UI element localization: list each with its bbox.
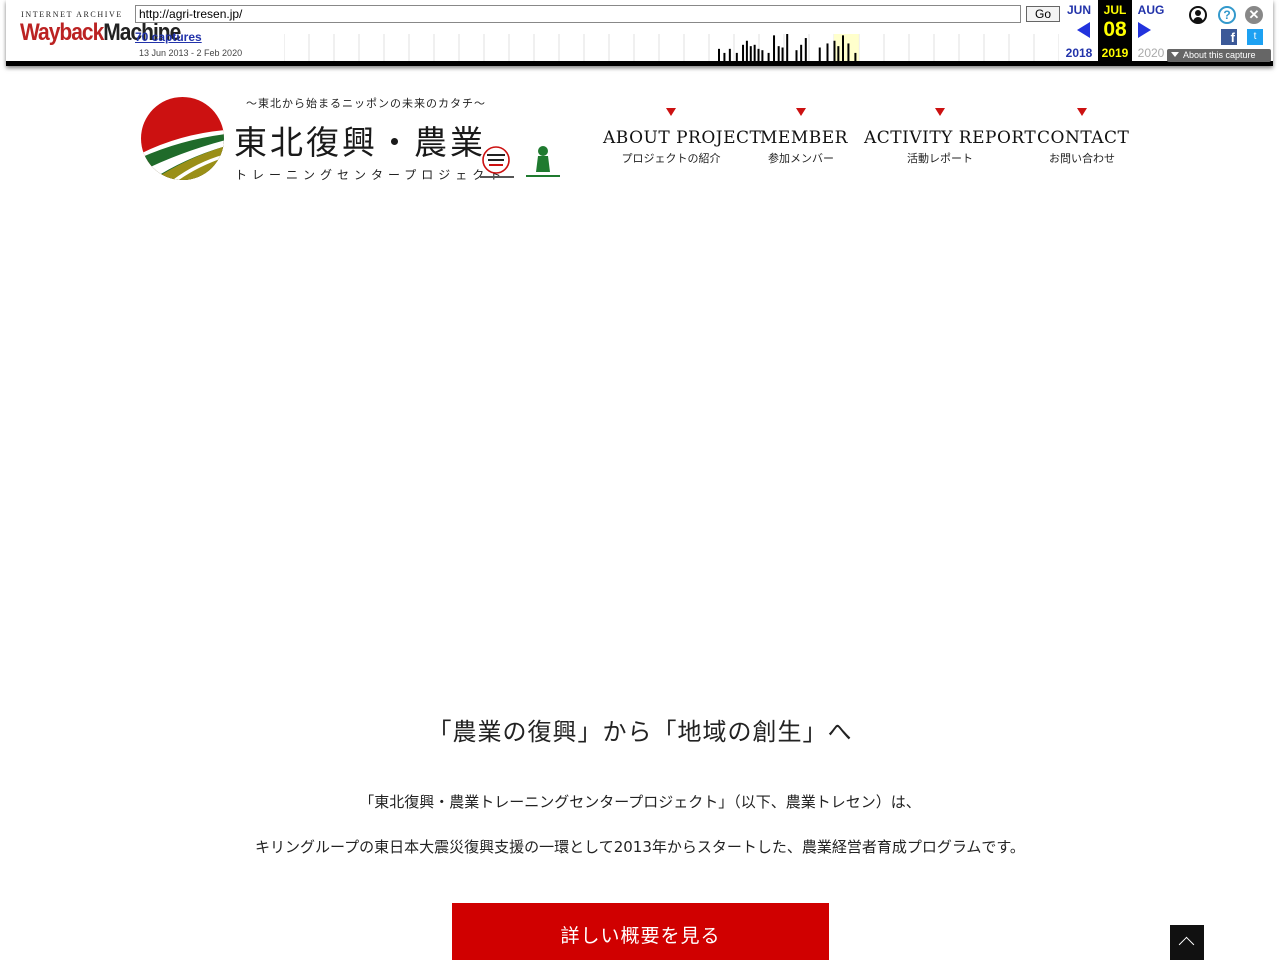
view-details-button[interactable]: 詳しい概要を見る [452, 903, 829, 960]
wayback-current-day: 08 [1103, 18, 1127, 41]
sparkline-bar [854, 52, 857, 61]
prev-capture-arrow-icon[interactable] [1077, 22, 1090, 38]
next-capture-arrow-icon[interactable] [1138, 22, 1151, 38]
sparkline-bar [837, 46, 840, 61]
nav-label-jp: プロジェクトの紹介 [621, 152, 721, 165]
sparkline-grid [284, 34, 1059, 61]
site-logo-icon[interactable] [140, 96, 225, 181]
wayback-next-month[interactable]: AUG [1135, 3, 1167, 17]
sparkline-bar [753, 44, 756, 61]
wayback-date-range: 13 Jun 2013 - 2 Feb 2020 [139, 48, 243, 58]
nav-label-en: ACTIVITY REPORT [864, 128, 1037, 148]
sparkline-bar [800, 44, 803, 61]
facebook-share-icon[interactable]: f [1221, 29, 1237, 45]
site-tagline: 〜東北から始まるニッポンの未来のカタチ〜 [246, 97, 486, 110]
sparkline-bar [777, 46, 780, 61]
twitter-share-icon[interactable]: t [1247, 29, 1263, 45]
sparkline-bar [786, 34, 789, 61]
nav-arrow-icon [935, 108, 945, 116]
sparkline-bar [804, 38, 807, 61]
wayback-current-month: JUL [1103, 3, 1127, 17]
sparkline-bar [818, 47, 821, 61]
sparkline-bar [742, 44, 745, 61]
nav-item-activity-report[interactable]: ACTIVITY REPORT 活動レポート [864, 108, 1037, 166]
nav-arrow-icon [666, 108, 676, 116]
wayback-url-input[interactable]: http://agri-tresen.jp/ [135, 5, 1021, 23]
wayback-prev-year[interactable]: 2018 [1063, 46, 1095, 60]
nav-label-jp: 活動レポート [907, 152, 973, 165]
nav-arrow-icon [796, 108, 806, 116]
sparkline-bar [847, 43, 850, 61]
partner-foundation-badge-icon[interactable] [524, 144, 562, 180]
sparkline-bar [757, 48, 760, 61]
sparkline-bar [745, 40, 748, 61]
sparkline-bar [718, 48, 720, 61]
nav-label-en: CONTACT [1037, 128, 1130, 148]
sparkline-bar [728, 48, 731, 61]
sparkline-bar [781, 47, 784, 61]
wayback-logo-main-a: Wayback [20, 19, 104, 46]
wayback-current-year: 2019 [1101, 46, 1129, 60]
close-icon[interactable]: ✕ [1245, 6, 1263, 24]
sparkline-bar [749, 46, 752, 61]
intro-text-line-2: キリングループの東日本大震災復興支援の一環として2013年からスタートした、農業… [255, 838, 1025, 856]
sparkline-bar [761, 50, 764, 61]
wayback-captures-link[interactable]: 70 captures [135, 30, 202, 44]
wayback-logo[interactable]: INTERNET ARCHIVE WaybackMachine [20, 10, 181, 50]
sparkline-bar [795, 50, 798, 61]
wayback-logo-top: INTERNET ARCHIVE [21, 10, 123, 19]
sparkline-bar [826, 43, 829, 61]
scroll-to-top-button[interactable] [1170, 925, 1204, 960]
help-icon[interactable]: ? [1218, 6, 1236, 24]
about-this-capture-button[interactable]: About this capture [1167, 49, 1271, 62]
nav-label-en: MEMBER [760, 128, 848, 148]
nav-arrow-icon [1077, 108, 1087, 116]
section-headline: 「農業の復興」から「地域の創生」へ [427, 718, 853, 746]
wayback-toolbar: INTERNET ARCHIVE WaybackMachine http://a… [6, 0, 1273, 66]
kirin-project-badge-icon[interactable] [478, 145, 516, 181]
intro-text-line-1: 「東北復興・農業トレーニングセンタープロジェクト」（以下、農業トレセン）は、 [359, 793, 921, 811]
sparkline-bar [842, 35, 844, 61]
user-account-icon[interactable] [1189, 6, 1207, 24]
sparkline-bar [833, 40, 836, 61]
wayback-logo-main: WaybackMachine [20, 19, 181, 47]
site-title[interactable]: 東北復興・農業 [234, 116, 486, 164]
nav-label-jp: 参加メンバー [768, 152, 834, 165]
nav-label-en: ABOUT PROJECT [603, 128, 762, 148]
site-subtitle: トレーニングセンタープロジェクト [235, 168, 507, 182]
nav-item-about-project[interactable]: ABOUT PROJECT プロジェクトの紹介 [603, 108, 762, 166]
wayback-next-year: 2020 [1137, 46, 1165, 60]
sparkline-bar [767, 52, 770, 61]
sparkline-bar [723, 52, 726, 61]
hero-image-area [0, 200, 1280, 690]
nav-item-contact[interactable]: CONTACT お問い合わせ [1037, 108, 1130, 166]
wayback-go-button[interactable]: Go [1026, 6, 1060, 22]
sparkline-bar [735, 52, 738, 61]
nav-label-jp: お問い合わせ [1049, 152, 1115, 165]
wayback-prev-month[interactable]: JUN [1063, 3, 1095, 17]
nav-item-member[interactable]: MEMBER 参加メンバー [760, 108, 848, 166]
sparkline-bar [773, 35, 776, 61]
wayback-capture-sparkline[interactable] [284, 34, 1059, 61]
